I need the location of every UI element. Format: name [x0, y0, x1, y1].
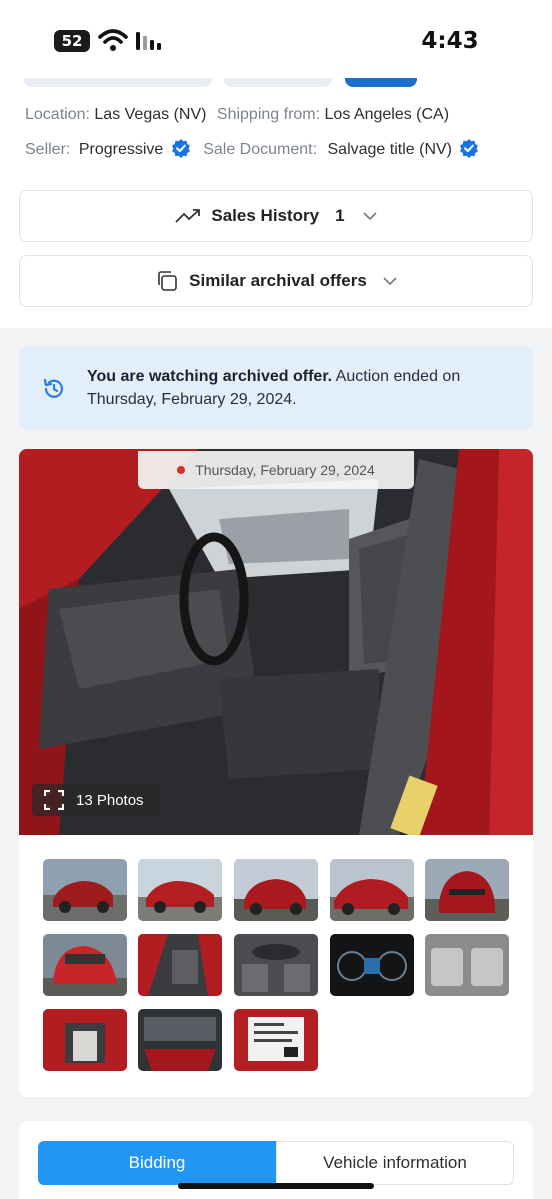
seller-label: Seller:: [25, 141, 71, 158]
photo-count-label: 13 Photos: [76, 791, 144, 809]
photo-thumbnail[interactable]: [43, 1009, 127, 1071]
primary-action-pill[interactable]: [345, 78, 417, 87]
photo-thumbnail[interactable]: [425, 934, 509, 996]
tab-bidding[interactable]: Bidding: [38, 1141, 276, 1185]
photo-thumbnail[interactable]: [425, 859, 509, 921]
location-value: Las Vegas (NV): [94, 106, 207, 123]
photo-thumbnail[interactable]: [234, 1009, 318, 1071]
photo-thumbnail[interactable]: [43, 934, 127, 996]
verified-badge-icon: [460, 139, 479, 158]
sale-document-value: Salvage title (NV): [327, 141, 453, 158]
banner-message: You are watching archived offer. Auction…: [87, 365, 517, 411]
shipping-value: Los Angeles (CA): [324, 106, 450, 123]
photo-thumbnail[interactable]: [234, 934, 318, 996]
sale-document-label: Sale Document:: [203, 141, 318, 158]
auction-date: Thursday, February 29, 2024: [195, 462, 375, 478]
location-row: Location: Las Vegas (NV) Shipping from: …: [25, 104, 449, 126]
photo-thumbnail[interactable]: [138, 1009, 222, 1071]
chevron-down-icon: [383, 277, 397, 286]
home-indicator[interactable]: [178, 1183, 374, 1189]
seller-value: Progressive: [78, 141, 164, 158]
clock-time: 4:43: [421, 28, 479, 54]
signal-icon: [136, 32, 161, 50]
seller-row: Seller: Progressive Sale Document: Salva…: [25, 138, 479, 160]
location-label: Location:: [25, 106, 90, 123]
sales-history-button[interactable]: Sales History 1: [19, 190, 533, 242]
copy-icon: [158, 271, 177, 291]
action-pill[interactable]: [224, 78, 332, 87]
photo-thumbnail[interactable]: [330, 859, 414, 921]
similar-offers-label: Similar archival offers: [189, 271, 367, 290]
photo-thumbnail[interactable]: [138, 934, 222, 996]
car-interior-photo: [19, 449, 533, 835]
sales-history-count: 1: [335, 206, 345, 225]
trend-up-icon: [175, 209, 201, 223]
fullscreen-icon: [44, 790, 64, 810]
similar-offers-button[interactable]: Similar archival offers: [19, 255, 533, 307]
battery-icon: 52: [54, 30, 90, 52]
photo-thumbnail[interactable]: [234, 859, 318, 921]
action-pill[interactable]: [24, 78, 212, 87]
sales-history-label: Sales History: [211, 206, 320, 225]
photo-count-button[interactable]: 13 Photos: [32, 784, 160, 816]
status-dot: [177, 466, 186, 474]
wifi-icon: [98, 29, 128, 51]
tab-vehicle-information[interactable]: Vehicle information: [276, 1141, 514, 1185]
banner-bold-text: You are watching archived offer.: [87, 368, 333, 385]
verified-badge-icon: [171, 139, 190, 158]
auction-date-chip: Thursday, February 29, 2024: [138, 451, 414, 489]
history-icon: [43, 378, 64, 398]
shipping-label: Shipping from:: [216, 106, 321, 123]
photo-thumbnail[interactable]: [138, 859, 222, 921]
archived-offer-banner: You are watching archived offer. Auction…: [19, 346, 533, 430]
photo-thumbnail[interactable]: [43, 859, 127, 921]
photo-thumbnail[interactable]: [330, 934, 414, 996]
main-photo[interactable]: [19, 449, 533, 835]
chevron-down-icon: [363, 212, 377, 221]
